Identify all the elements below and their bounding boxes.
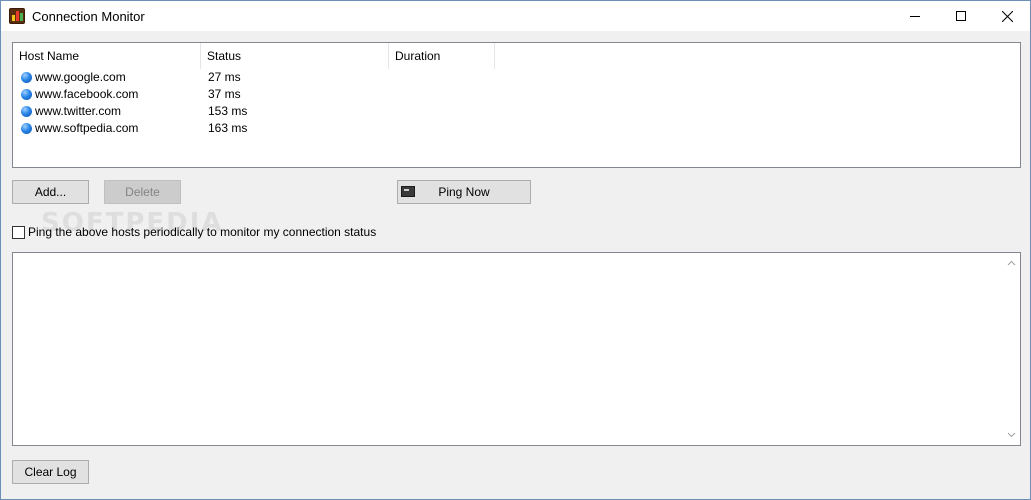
clear-log-button[interactable]: Clear Log [12, 460, 89, 484]
window-title: Connection Monitor [32, 9, 145, 24]
host-status: 163 ms [208, 121, 248, 135]
periodic-ping-checkbox[interactable] [12, 225, 25, 239]
host-row[interactable]: www.facebook.com 37 ms [13, 86, 1020, 103]
host-name: www.google.com [35, 70, 126, 84]
host-row[interactable]: www.softpedia.com 163 ms [13, 120, 1020, 137]
host-row[interactable]: www.google.com 27 ms [13, 69, 1020, 86]
close-button[interactable] [984, 1, 1030, 31]
host-status: 27 ms [208, 70, 241, 84]
blue-globe-dot-icon [21, 89, 32, 100]
hosts-list-header: Host Name Status Duration [13, 43, 1020, 69]
host-status: 37 ms [208, 87, 241, 101]
periodic-ping-option[interactable]: Ping the above hosts periodically to mon… [12, 225, 376, 239]
log-textarea[interactable] [12, 252, 1021, 446]
hosts-list[interactable]: Host Name Status Duration www.google.com… [12, 42, 1021, 168]
terminal-icon [401, 186, 415, 197]
close-icon [1001, 10, 1013, 22]
title-bar[interactable]: Connection Monitor [1, 1, 1030, 31]
log-scrollbar[interactable] [1003, 253, 1020, 445]
scroll-down-icon[interactable] [1007, 430, 1016, 439]
connection-monitor-window: Connection Monitor Host Name Status Dura… [0, 0, 1031, 500]
column-header-status[interactable]: Status [201, 43, 389, 69]
ping-now-label: Ping Now [438, 185, 490, 199]
maximize-icon [956, 11, 966, 21]
column-header-duration[interactable]: Duration [389, 43, 495, 69]
minimize-button[interactable] [892, 1, 938, 31]
minimize-icon [910, 16, 920, 17]
host-name: www.twitter.com [35, 104, 122, 118]
maximize-button[interactable] [938, 1, 984, 31]
host-name: www.softpedia.com [35, 121, 139, 135]
column-header-host-name[interactable]: Host Name [13, 43, 201, 69]
ping-now-button[interactable]: Ping Now [397, 180, 531, 204]
blue-globe-dot-icon [21, 72, 32, 83]
add-host-button[interactable]: Add... [12, 180, 89, 204]
delete-host-button[interactable]: Delete [104, 180, 181, 204]
host-status: 153 ms [208, 104, 248, 118]
host-name: www.facebook.com [35, 87, 139, 101]
blue-globe-dot-icon [21, 123, 32, 134]
bar-chart-app-icon [9, 8, 25, 24]
host-row[interactable]: www.twitter.com 153 ms [13, 103, 1020, 120]
scroll-up-icon[interactable] [1007, 259, 1016, 268]
periodic-ping-label[interactable]: Ping the above hosts periodically to mon… [28, 225, 376, 239]
blue-globe-dot-icon [21, 106, 32, 117]
